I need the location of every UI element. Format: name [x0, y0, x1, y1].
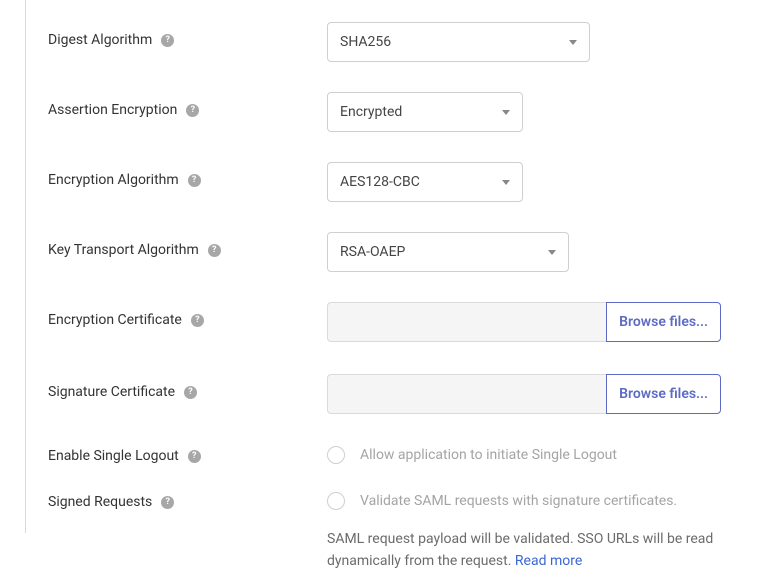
- checkbox-label: Validate SAML requests with signature ce…: [360, 493, 677, 509]
- control-col: AES128-CBC: [327, 162, 760, 202]
- row-enable-single-logout: Enable Single Logout ? Allow application…: [48, 446, 760, 464]
- signature-certificate-label: Signature Certificate: [48, 384, 175, 400]
- label-col: Digest Algorithm ?: [48, 22, 327, 48]
- control-col: Allow application to initiate Single Log…: [327, 446, 760, 464]
- checkbox-label: Allow application to initiate Single Log…: [360, 447, 617, 463]
- select-value: SHA256: [340, 34, 391, 50]
- label-col: Encryption Certificate ?: [48, 302, 327, 328]
- button-label: Browse files...: [619, 386, 708, 402]
- digest-algorithm-select[interactable]: SHA256: [327, 22, 590, 62]
- encryption-algorithm-label: Encryption Algorithm: [48, 172, 179, 188]
- control-col: Validate SAML requests with signature ce…: [327, 492, 760, 573]
- help-icon[interactable]: ?: [208, 244, 221, 257]
- label-col: Enable Single Logout ?: [48, 446, 327, 464]
- enable-single-logout-checkbox-row: Allow application to initiate Single Log…: [327, 446, 760, 464]
- browse-files-button[interactable]: Browse files...: [606, 302, 721, 342]
- row-encryption-certificate: Encryption Certificate ? Browse files...: [48, 302, 760, 342]
- control-col: Browse files...: [327, 374, 760, 414]
- encryption-certificate-label: Encryption Certificate: [48, 312, 182, 328]
- encryption-certificate-path: [327, 302, 606, 342]
- signature-certificate-file-group: Browse files...: [327, 374, 721, 414]
- encryption-certificate-file-group: Browse files...: [327, 302, 721, 342]
- assertion-encryption-select[interactable]: Encrypted: [327, 92, 523, 132]
- chevron-down-icon: [502, 110, 510, 115]
- row-key-transport-algorithm: Key Transport Algorithm ? RSA-OAEP: [48, 232, 760, 272]
- key-transport-algorithm-select[interactable]: RSA-OAEP: [327, 232, 569, 272]
- chevron-down-icon: [548, 250, 556, 255]
- label-col: Encryption Algorithm ?: [48, 162, 327, 188]
- checkbox-circle-icon[interactable]: [327, 446, 345, 464]
- label-col: Signed Requests ?: [48, 492, 327, 510]
- control-col: Browse files...: [327, 302, 760, 342]
- control-col: SHA256: [327, 22, 760, 62]
- help-icon[interactable]: ?: [191, 314, 204, 327]
- label-col: Signature Certificate ?: [48, 374, 327, 400]
- signed-requests-label: Signed Requests: [48, 494, 152, 510]
- row-signature-certificate: Signature Certificate ? Browse files...: [48, 374, 760, 414]
- label-col: Key Transport Algorithm ?: [48, 232, 327, 258]
- row-signed-requests: Signed Requests ? Validate SAML requests…: [48, 492, 760, 573]
- select-value: RSA-OAEP: [340, 244, 405, 260]
- help-icon[interactable]: ?: [161, 496, 174, 509]
- help-icon[interactable]: ?: [161, 34, 174, 47]
- control-col: Encrypted: [327, 92, 760, 132]
- label-col: Assertion Encryption ?: [48, 92, 327, 118]
- button-label: Browse files...: [619, 314, 708, 330]
- checkbox-circle-icon[interactable]: [327, 492, 345, 510]
- row-digest-algorithm: Digest Algorithm ? SHA256: [48, 22, 760, 62]
- chevron-down-icon: [569, 40, 577, 45]
- saml-settings-panel: Digest Algorithm ? SHA256 Assertion Encr…: [25, 0, 762, 533]
- select-value: Encrypted: [340, 104, 402, 120]
- row-assertion-encryption: Assertion Encryption ? Encrypted: [48, 92, 760, 132]
- help-icon[interactable]: ?: [188, 450, 201, 463]
- assertion-encryption-label: Assertion Encryption: [48, 102, 177, 118]
- signature-certificate-path: [327, 374, 606, 414]
- help-icon[interactable]: ?: [186, 104, 199, 117]
- row-encryption-algorithm: Encryption Algorithm ? AES128-CBC: [48, 162, 760, 202]
- key-transport-algorithm-label: Key Transport Algorithm: [48, 242, 199, 258]
- digest-algorithm-label: Digest Algorithm: [48, 32, 152, 48]
- read-more-link[interactable]: Read more: [515, 553, 582, 569]
- signed-requests-description: SAML request payload will be validated. …: [327, 528, 722, 573]
- enable-single-logout-label: Enable Single Logout: [48, 448, 179, 464]
- help-icon[interactable]: ?: [188, 174, 201, 187]
- chevron-down-icon: [502, 180, 510, 185]
- select-value: AES128-CBC: [340, 174, 420, 190]
- control-col: RSA-OAEP: [327, 232, 760, 272]
- signed-requests-checkbox-row: Validate SAML requests with signature ce…: [327, 492, 760, 510]
- encryption-algorithm-select[interactable]: AES128-CBC: [327, 162, 523, 202]
- browse-files-button[interactable]: Browse files...: [606, 374, 721, 414]
- help-icon[interactable]: ?: [184, 386, 197, 399]
